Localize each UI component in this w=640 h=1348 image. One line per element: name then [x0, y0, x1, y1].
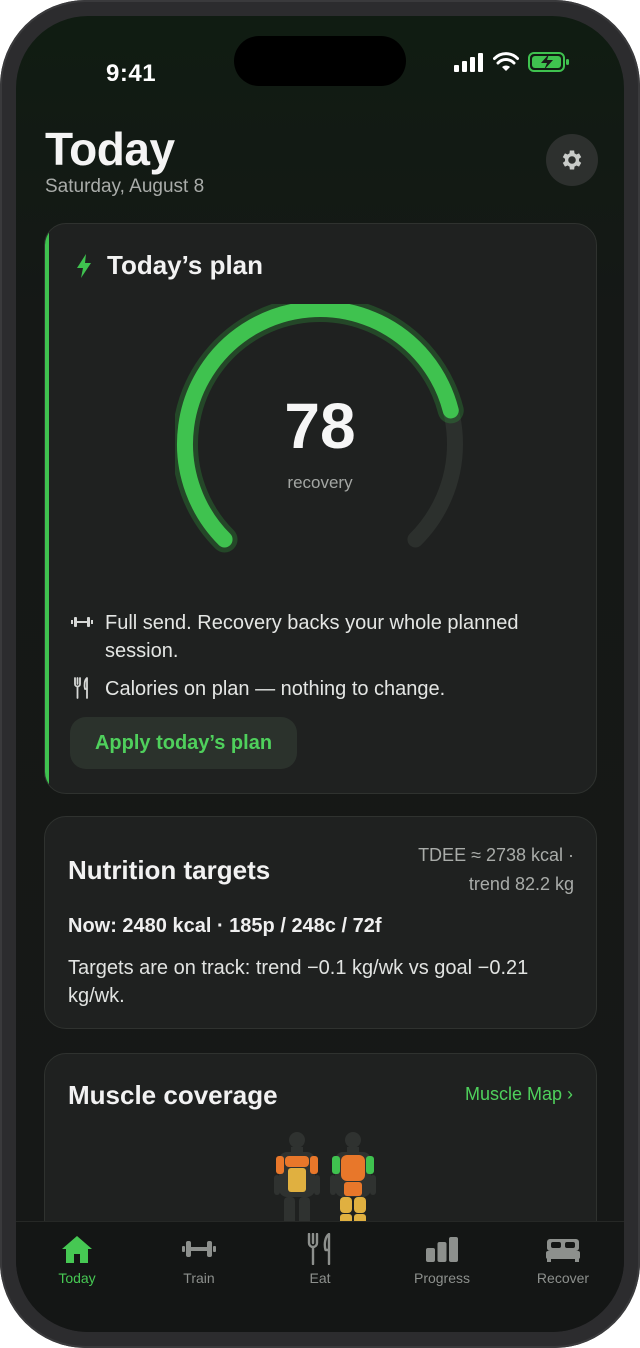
card-accent-bar — [45, 224, 49, 793]
todays-plan-card: Today’s plan 78 recovery Full send. Reco… — [44, 223, 597, 794]
tab-progress[interactable]: Progress — [387, 1232, 497, 1286]
tab-label: Eat — [309, 1270, 331, 1286]
battery-charging-icon — [528, 52, 569, 72]
tab-label: Recover — [536, 1270, 590, 1286]
recovery-score: 78 — [284, 390, 356, 462]
calories-note: Calories on plan — nothing to change. — [71, 675, 575, 703]
dumbbell-icon — [182, 1241, 216, 1257]
cellular-signal-icon — [454, 53, 483, 72]
recovery-label: recovery — [287, 473, 353, 492]
fork-knife-icon — [74, 677, 88, 699]
tab-label: Train — [183, 1270, 215, 1286]
tdee-summary: TDEE ≈ 2738 kcal · trend 82.2 kg — [374, 841, 574, 899]
tab-today[interactable]: Today — [22, 1232, 132, 1286]
wifi-icon — [493, 52, 519, 71]
muscle-map-link[interactable]: Muscle Map › — [465, 1084, 573, 1105]
nutrition-targets-card[interactable]: Nutrition targets TDEE ≈ 2738 kcal · tre… — [44, 816, 597, 1029]
gear-icon — [562, 150, 582, 170]
tdee-line: TDEE ≈ 2738 kcal · — [418, 845, 574, 865]
status-bar: 9:41 — [16, 16, 624, 106]
plan-header: Today’s plan — [75, 250, 263, 281]
lightning-icon — [77, 253, 91, 278]
tab-recover[interactable]: Recover — [508, 1232, 618, 1286]
dynamic-island — [234, 36, 406, 86]
targets-status: Targets are on track: trend −0.1 kg/wk v… — [68, 957, 529, 1007]
phone-frame: 9:41 Today Saturday, August 8 Today’s pl… — [0, 0, 640, 1348]
calories-note-text: Calories on plan — nothing to change. — [105, 678, 446, 700]
settings-button[interactable] — [546, 134, 598, 186]
tab-bar: Today Train Eat Progress Recover — [16, 1221, 624, 1332]
tab-label: Today — [58, 1270, 96, 1286]
page-title: Today — [45, 123, 175, 175]
home-icon — [62, 1236, 92, 1263]
tab-label: Progress — [413, 1270, 471, 1286]
dumbbell-icon — [71, 617, 93, 627]
trend-weight: trend 82.2 kg — [468, 874, 574, 894]
tab-eat[interactable]: Eat — [265, 1232, 375, 1286]
fork-knife-icon — [307, 1233, 331, 1265]
status-time: 9:41 — [106, 60, 157, 87]
page-date: Saturday, August 8 — [45, 176, 205, 197]
nutrition-title: Nutrition targets — [68, 855, 271, 885]
app-screen: 9:41 Today Saturday, August 8 Today’s pl… — [16, 16, 624, 1332]
bar-chart-icon — [426, 1237, 458, 1262]
current-intake: Now: 2480 kcal · 185p / 248c / 72f — [68, 915, 382, 937]
tab-train[interactable]: Train — [144, 1232, 254, 1286]
status-icons — [454, 52, 570, 72]
muscle-title: Muscle coverage — [68, 1080, 278, 1110]
training-note: Full send. Recovery backs your whole pla… — [71, 609, 575, 665]
plan-title: Today’s plan — [107, 250, 264, 280]
bed-icon — [546, 1239, 580, 1262]
apply-plan-button[interactable]: Apply today’s plan — [70, 717, 297, 769]
training-note-text: Full send. Recovery backs your whole pla… — [105, 612, 519, 662]
